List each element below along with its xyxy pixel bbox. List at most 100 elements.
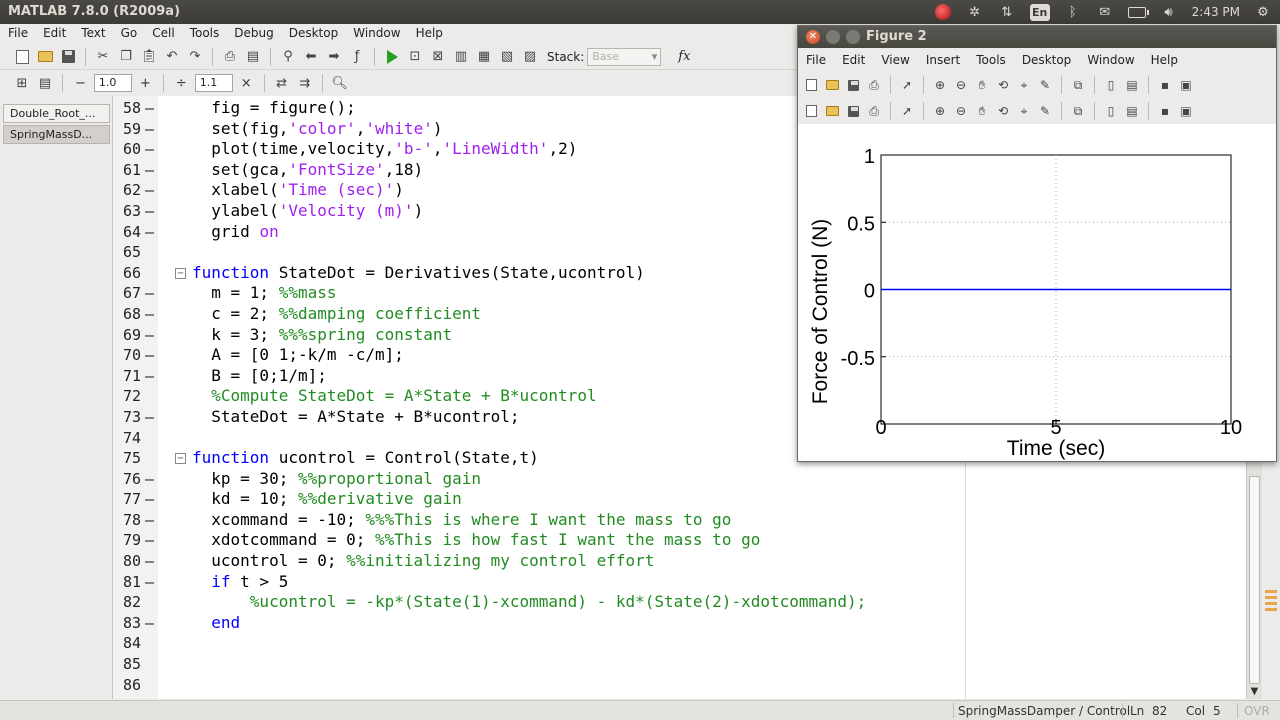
- code-line[interactable]: 79– xdotcommand = 0; %%This is how fast …: [113, 530, 1253, 551]
- code-line[interactable]: 78– xcommand = -10; %%%This is where I w…: [113, 510, 1253, 531]
- menu-go[interactable]: Go: [113, 24, 145, 44]
- undo-button[interactable]: ↶: [162, 47, 182, 67]
- code-line[interactable]: 83– end: [113, 613, 1253, 634]
- legend-icon[interactable]: ▤: [1123, 76, 1141, 94]
- print-figure-icon[interactable]: ⎙: [865, 102, 883, 120]
- breakpoint-dash-marker[interactable]: –: [145, 366, 154, 387]
- decrement-button[interactable]: −: [70, 76, 91, 91]
- step-out-button[interactable]: ▧: [497, 47, 517, 67]
- brush-icon[interactable]: ✎: [1036, 76, 1054, 94]
- figure-menu-tools[interactable]: Tools: [968, 48, 1014, 72]
- bluetooth-icon[interactable]: ᛒ: [1064, 3, 1082, 21]
- warning-marker[interactable]: [1265, 596, 1277, 599]
- minimize-icon[interactable]: [826, 30, 840, 44]
- code-line[interactable]: 81– if t > 5: [113, 572, 1253, 593]
- breakpoint-dash-marker[interactable]: –: [145, 469, 154, 490]
- rotate-3d-icon[interactable]: ⟲: [994, 102, 1012, 120]
- multiply-value-input[interactable]: 1.1: [194, 74, 233, 92]
- figure-window[interactable]: ✕ Figure 2 File Edit View Insert Tools D…: [797, 25, 1277, 462]
- function-browser-button[interactable]: ƒ: [347, 47, 367, 67]
- colorbar-icon[interactable]: ▯: [1102, 76, 1120, 94]
- breakpoint-dash-marker[interactable]: –: [145, 530, 154, 551]
- figure-menu-insert[interactable]: Insert: [918, 48, 968, 72]
- link-plot-icon[interactable]: ⧉: [1069, 76, 1087, 94]
- mail-envelope-icon[interactable]: ✉: [1096, 3, 1114, 21]
- menu-file[interactable]: File: [0, 24, 35, 44]
- menu-help[interactable]: Help: [408, 24, 450, 44]
- breakpoint-dash-marker[interactable]: –: [145, 201, 154, 222]
- colorbar-icon[interactable]: ▯: [1102, 102, 1120, 120]
- save-figure-icon[interactable]: [844, 76, 862, 94]
- figure-plot-area[interactable]: -0.5 0 0.5 1 0 5 10 Time (sec) Force of Control …: [798, 124, 1276, 461]
- run-button[interactable]: [382, 47, 402, 67]
- breakpoint-dash-marker[interactable]: –: [145, 613, 154, 634]
- step-in-button[interactable]: ▦: [474, 47, 494, 67]
- rotate-3d-icon[interactable]: ⟲: [994, 76, 1012, 94]
- doc-tab-spring-mass[interactable]: SpringMassD...: [3, 125, 110, 144]
- breakpoint-dash-marker[interactable]: –: [145, 489, 154, 510]
- paste-button[interactable]: 📋︎: [139, 47, 159, 67]
- keyboard-layout-indicator[interactable]: En: [1029, 3, 1050, 21]
- breakpoint-dash-marker[interactable]: –: [145, 510, 154, 531]
- maximize-icon[interactable]: [846, 30, 860, 44]
- evaluate-cell-button[interactable]: ⇄: [272, 73, 292, 93]
- evaluate-advance-button[interactable]: ⇉: [295, 73, 315, 93]
- code-fold-toggle-icon[interactable]: −: [175, 267, 186, 279]
- code-fold-toggle-icon[interactable]: −: [175, 453, 186, 465]
- open-figure-icon[interactable]: [823, 76, 841, 94]
- edit-plot-arrow-icon[interactable]: ➚: [898, 102, 916, 120]
- pan-hand-icon[interactable]: ✋︎: [973, 76, 991, 94]
- back-button[interactable]: ⬅: [301, 47, 321, 67]
- new-file-button[interactable]: [12, 47, 32, 67]
- forward-button[interactable]: ➡: [324, 47, 344, 67]
- publish-button[interactable]: ▤: [243, 47, 263, 67]
- code-line[interactable]: 82 %ucontrol = -kp*(State(1)-xcommand) -…: [113, 592, 1253, 613]
- menu-text[interactable]: Text: [73, 24, 112, 44]
- legend-icon[interactable]: ▤: [1123, 102, 1141, 120]
- menu-window[interactable]: Window: [345, 24, 407, 44]
- breakpoint-dash-marker[interactable]: –: [145, 325, 154, 346]
- breakpoint-dash-marker[interactable]: –: [145, 180, 154, 201]
- pan-hand-icon[interactable]: ✋︎: [973, 102, 991, 120]
- hide-plot-tools-icon[interactable]: ▪: [1156, 76, 1174, 94]
- clear-breakpoints-button[interactable]: ⊠: [428, 47, 448, 67]
- menu-tools[interactable]: Tools: [182, 24, 227, 44]
- link-plot-icon[interactable]: ⧉: [1069, 102, 1087, 120]
- warning-marker[interactable]: [1265, 608, 1277, 611]
- new-figure-icon[interactable]: [802, 102, 820, 120]
- menu-edit[interactable]: Edit: [35, 24, 73, 44]
- code-line[interactable]: 76– kp = 30; %%proportional gain: [113, 469, 1253, 490]
- code-line[interactable]: 84: [113, 633, 1253, 654]
- breakpoint-dash-marker[interactable]: –: [145, 119, 154, 140]
- code-line[interactable]: 77– kd = 10; %%derivative gain: [113, 489, 1253, 510]
- decrement-value-input[interactable]: 1.0: [93, 74, 132, 92]
- multiply-button[interactable]: ×: [236, 76, 257, 91]
- new-figure-icon[interactable]: [802, 76, 820, 94]
- figure-menu-file[interactable]: File: [798, 48, 834, 72]
- scroll-down-arrow-icon[interactable]: ▼: [1249, 686, 1260, 697]
- breakpoint-dash-marker[interactable]: –: [145, 160, 154, 181]
- print-button[interactable]: ⎙: [220, 47, 240, 67]
- show-plot-tools-icon[interactable]: ▣: [1177, 102, 1195, 120]
- cut-button[interactable]: ✂: [93, 47, 113, 67]
- copy-button[interactable]: ❐: [116, 47, 136, 67]
- zoom-out-icon[interactable]: ⊖: [952, 102, 970, 120]
- figure-menu-view[interactable]: View: [873, 48, 917, 72]
- close-icon[interactable]: ✕: [806, 30, 820, 44]
- exit-debug-button[interactable]: ▨: [520, 47, 540, 67]
- edit-plot-arrow-icon[interactable]: ➚: [898, 76, 916, 94]
- show-plot-tools-icon[interactable]: ▣: [1177, 76, 1195, 94]
- divide-button[interactable]: ÷: [171, 76, 192, 91]
- step-button[interactable]: ▥: [451, 47, 471, 67]
- open-figure-icon[interactable]: [823, 102, 841, 120]
- breakpoint-dash-marker[interactable]: –: [145, 407, 154, 428]
- battery-icon[interactable]: [1127, 3, 1149, 21]
- redo-button[interactable]: ↷: [185, 47, 205, 67]
- breakpoint-dash-marker[interactable]: –: [145, 283, 154, 304]
- breakpoint-dash-marker[interactable]: –: [145, 345, 154, 366]
- data-cursor-icon[interactable]: ⌖: [1015, 102, 1033, 120]
- power-gear-icon[interactable]: ⚙: [1254, 3, 1272, 21]
- menu-desktop[interactable]: Desktop: [281, 24, 346, 44]
- save-button[interactable]: [58, 47, 78, 67]
- update-notifier-icon[interactable]: [934, 3, 952, 21]
